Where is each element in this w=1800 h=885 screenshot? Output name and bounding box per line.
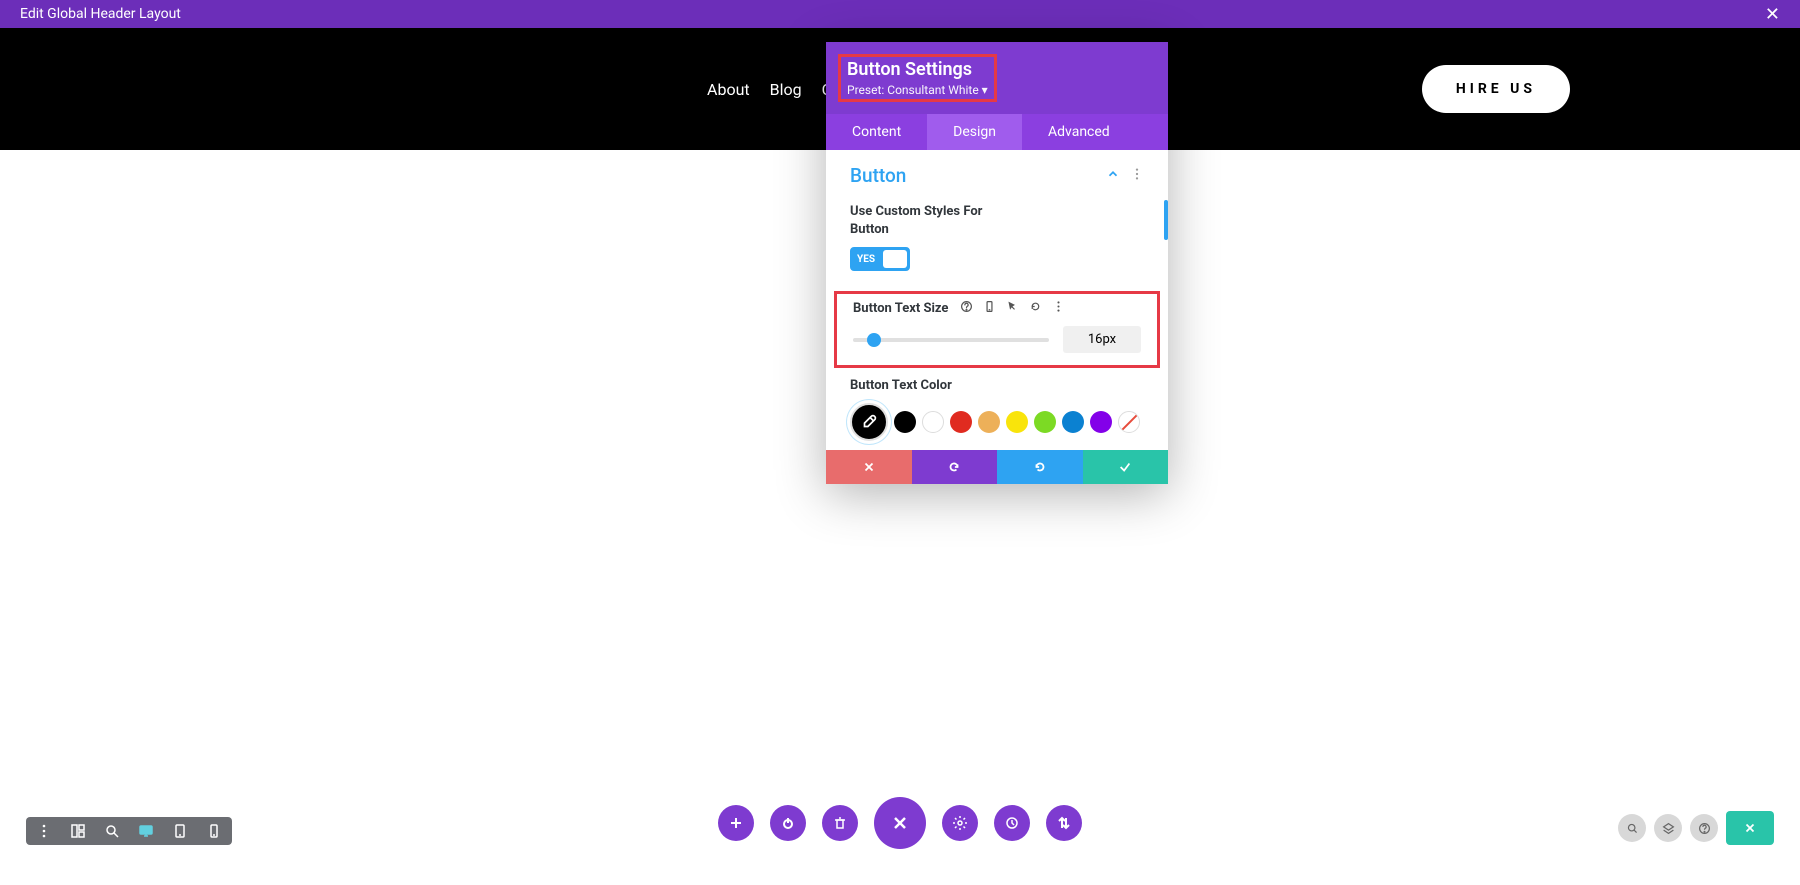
- search-button[interactable]: [1618, 814, 1646, 842]
- tablet-icon[interactable]: [172, 823, 188, 839]
- tab-content[interactable]: Content: [826, 114, 927, 150]
- settings-button[interactable]: [942, 805, 978, 841]
- panel-title-wrap: Button Settings Preset: Consultant White…: [838, 54, 997, 102]
- text-color-label: Button Text Color: [826, 378, 1168, 393]
- swatch-blue[interactable]: [1062, 411, 1084, 433]
- nav-item-about[interactable]: About: [707, 80, 750, 99]
- redo-button[interactable]: [997, 450, 1083, 484]
- section-head: Button: [826, 164, 1168, 197]
- text-size-label: Button Text Size: [853, 301, 948, 316]
- toggle-value: YES: [857, 254, 875, 265]
- close-icon[interactable]: ✕: [1765, 4, 1780, 25]
- top-bar-title: Edit Global Header Layout: [20, 6, 181, 22]
- hover-icon[interactable]: [1006, 300, 1019, 316]
- panel-body: Button Use Custom Styles For Button YES …: [826, 150, 1168, 450]
- swatch-green[interactable]: [1034, 411, 1056, 433]
- confirm-button[interactable]: [1083, 450, 1169, 484]
- add-button[interactable]: [718, 805, 754, 841]
- panel-scrollbar[interactable]: [1164, 200, 1168, 240]
- more-dots[interactable]: •••: [826, 445, 1168, 450]
- custom-styles-field: Use Custom Styles For Button YES: [826, 197, 1168, 285]
- phone-icon[interactable]: [206, 823, 222, 839]
- top-bar: Edit Global Header Layout ✕: [0, 0, 1800, 28]
- portability-button[interactable]: [1046, 805, 1082, 841]
- layers-button[interactable]: [1654, 814, 1682, 842]
- swatch-red[interactable]: [950, 411, 972, 433]
- settings-panel: Button Settings Preset: Consultant White…: [826, 42, 1168, 484]
- phone-icon[interactable]: [983, 300, 996, 316]
- chevron-up-icon[interactable]: [1106, 166, 1120, 185]
- undo-button[interactable]: [912, 450, 998, 484]
- custom-styles-label: Use Custom Styles For Button: [850, 203, 1144, 239]
- history-button[interactable]: [994, 805, 1030, 841]
- panel-header[interactable]: Button Settings Preset: Consultant White…: [826, 42, 1168, 114]
- custom-styles-toggle[interactable]: YES: [850, 247, 910, 271]
- tabs: Content Design Advanced: [826, 114, 1168, 150]
- text-size-field: Button Text Size: [834, 291, 1160, 368]
- zoom-icon[interactable]: [104, 823, 120, 839]
- color-picker-button[interactable]: [850, 403, 888, 441]
- text-size-slider[interactable]: [853, 338, 1049, 342]
- help-icon[interactable]: [960, 300, 973, 316]
- wireframe-icon[interactable]: [70, 823, 86, 839]
- close-main-button[interactable]: [874, 797, 926, 849]
- kebab-icon[interactable]: [36, 823, 52, 839]
- save-button[interactable]: [1726, 811, 1774, 845]
- bottom-left-toolbar: [26, 817, 232, 845]
- power-button[interactable]: [770, 805, 806, 841]
- desktop-icon[interactable]: [138, 823, 154, 839]
- swatch-transparent[interactable]: [1118, 411, 1140, 433]
- reset-icon[interactable]: [1029, 300, 1042, 316]
- kebab-icon[interactable]: [1130, 166, 1144, 185]
- discard-button[interactable]: [826, 450, 912, 484]
- swatch-purple[interactable]: [1090, 411, 1112, 433]
- bottom-center-toolbar: [718, 797, 1082, 849]
- swatch-yellow[interactable]: [1006, 411, 1028, 433]
- tab-design[interactable]: Design: [927, 114, 1022, 150]
- kebab-icon[interactable]: [1052, 300, 1065, 316]
- panel-title: Button Settings: [847, 59, 988, 80]
- swatch-orange[interactable]: [978, 411, 1000, 433]
- panel-footer: [826, 450, 1168, 484]
- color-swatches: [826, 393, 1168, 445]
- trash-button[interactable]: [822, 805, 858, 841]
- tab-advanced[interactable]: Advanced: [1022, 114, 1136, 150]
- slider-thumb[interactable]: [867, 333, 881, 347]
- swatch-white[interactable]: [922, 411, 944, 433]
- swatch-black[interactable]: [894, 411, 916, 433]
- panel-preset[interactable]: Preset: Consultant White ▾: [847, 83, 988, 97]
- section-title[interactable]: Button: [850, 164, 906, 187]
- text-size-input[interactable]: [1063, 326, 1141, 353]
- toggle-knob: [883, 250, 907, 268]
- text-size-icons: [960, 300, 1065, 316]
- bottom-right-toolbar: [1618, 811, 1774, 845]
- nav-item-blog[interactable]: Blog: [770, 80, 802, 99]
- hire-us-button[interactable]: HIRE US: [1422, 65, 1570, 113]
- help-button[interactable]: [1690, 814, 1718, 842]
